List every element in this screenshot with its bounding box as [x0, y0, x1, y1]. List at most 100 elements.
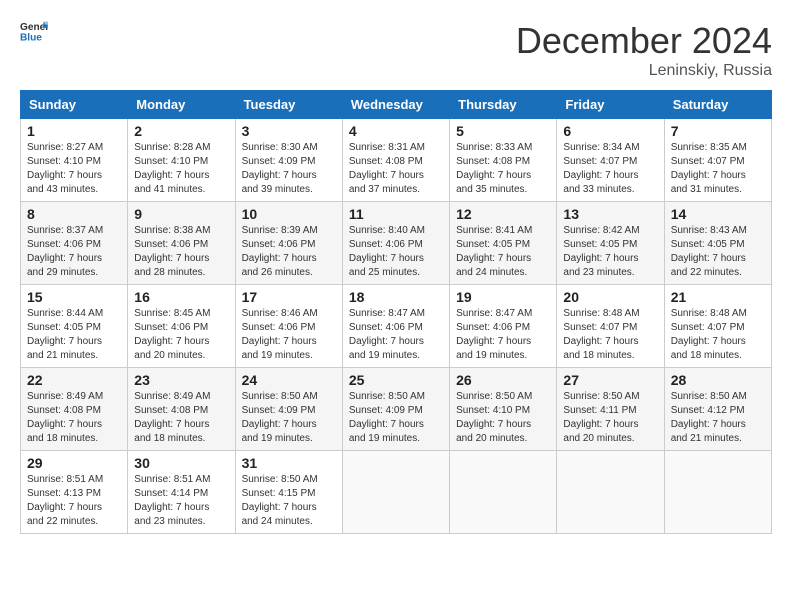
day-cell: 20Sunrise: 8:48 AM Sunset: 4:07 PM Dayli…	[557, 285, 664, 368]
day-number: 29	[27, 455, 121, 471]
day-info: Sunrise: 8:50 AM Sunset: 4:10 PM Dayligh…	[456, 390, 550, 446]
day-number: 11	[349, 206, 443, 222]
day-number: 9	[134, 206, 228, 222]
week-row-2: 8 Sunrise: 8:37 AM Sunset: 4:06 PM Daylig…	[21, 202, 772, 285]
day-cell: 18 Sunrise: 8:47 AM Sunset: 4:06 PM Dayli…	[342, 285, 449, 368]
day-info: Sunrise: 8:47 AM Sunset: 4:06 PM Dayligh…	[456, 307, 550, 363]
day-cell: 17 Sunrise: 8:46 AM Sunset: 4:06 PM Dayli…	[235, 285, 342, 368]
day-number: 27	[563, 372, 657, 388]
day-number: 25	[349, 372, 443, 388]
day-cell: 30Sunrise: 8:51 AM Sunset: 4:14 PM Dayli…	[128, 451, 235, 534]
day-cell: 24Sunrise: 8:50 AM Sunset: 4:09 PM Dayli…	[235, 368, 342, 451]
weekday-header-monday: Monday	[128, 91, 235, 119]
day-cell: 2 Sunrise: 8:28 AM Sunset: 4:10 PM Daylig…	[128, 119, 235, 202]
day-number: 8	[27, 206, 121, 222]
day-info: Sunrise: 8:40 AM Sunset: 4:06 PM Dayligh…	[349, 224, 443, 280]
day-info: Sunrise: 8:37 AM Sunset: 4:06 PM Dayligh…	[27, 224, 121, 280]
day-info: Sunrise: 8:50 AM Sunset: 4:11 PM Dayligh…	[563, 390, 657, 446]
day-cell: 4 Sunrise: 8:31 AM Sunset: 4:08 PM Daylig…	[342, 119, 449, 202]
day-info: Sunrise: 8:27 AM Sunset: 4:10 PM Dayligh…	[27, 141, 121, 197]
day-number: 16	[134, 289, 228, 305]
day-info: Sunrise: 8:45 AM Sunset: 4:06 PM Dayligh…	[134, 307, 228, 363]
day-info: Sunrise: 8:49 AM Sunset: 4:08 PM Dayligh…	[27, 390, 121, 446]
day-number: 20	[563, 289, 657, 305]
day-cell: 7Sunrise: 8:35 AM Sunset: 4:07 PM Daylig…	[664, 119, 771, 202]
day-number: 17	[242, 289, 336, 305]
day-info: Sunrise: 8:35 AM Sunset: 4:07 PM Dayligh…	[671, 141, 765, 197]
day-cell: 11 Sunrise: 8:40 AM Sunset: 4:06 PM Dayli…	[342, 202, 449, 285]
day-cell: 28 Sunrise: 8:50 AM Sunset: 4:12 PM Dayli…	[664, 368, 771, 451]
day-cell: 5 Sunrise: 8:33 AM Sunset: 4:08 PM Daylig…	[450, 119, 557, 202]
weekday-header-thursday: Thursday	[450, 91, 557, 119]
day-cell: 23 Sunrise: 8:49 AM Sunset: 4:08 PM Dayli…	[128, 368, 235, 451]
day-cell: 27 Sunrise: 8:50 AM Sunset: 4:11 PM Dayli…	[557, 368, 664, 451]
day-number: 4	[349, 123, 443, 139]
day-cell: 22 Sunrise: 8:49 AM Sunset: 4:08 PM Dayli…	[21, 368, 128, 451]
weekday-header-saturday: Saturday	[664, 91, 771, 119]
day-info: Sunrise: 8:30 AM Sunset: 4:09 PM Dayligh…	[242, 141, 336, 197]
week-row-4: 22 Sunrise: 8:49 AM Sunset: 4:08 PM Dayli…	[21, 368, 772, 451]
day-cell: 25 Sunrise: 8:50 AM Sunset: 4:09 PM Dayli…	[342, 368, 449, 451]
day-info: Sunrise: 8:34 AM Sunset: 4:07 PM Dayligh…	[563, 141, 657, 197]
day-number: 18	[349, 289, 443, 305]
day-info: Sunrise: 8:31 AM Sunset: 4:08 PM Dayligh…	[349, 141, 443, 197]
day-cell: 15 Sunrise: 8:44 AM Sunset: 4:05 PM Dayli…	[21, 285, 128, 368]
day-cell: 8 Sunrise: 8:37 AM Sunset: 4:06 PM Daylig…	[21, 202, 128, 285]
day-info: Sunrise: 8:50 AM Sunset: 4:09 PM Dayligh…	[242, 390, 336, 446]
week-row-5: 29Sunrise: 8:51 AM Sunset: 4:13 PM Dayli…	[21, 451, 772, 534]
day-number: 30	[134, 455, 228, 471]
day-info: Sunrise: 8:48 AM Sunset: 4:07 PM Dayligh…	[671, 307, 765, 363]
day-info: Sunrise: 8:43 AM Sunset: 4:05 PM Dayligh…	[671, 224, 765, 280]
location: Leninskiy, Russia	[516, 62, 772, 80]
day-info: Sunrise: 8:50 AM Sunset: 4:09 PM Dayligh…	[349, 390, 443, 446]
day-number: 15	[27, 289, 121, 305]
day-number: 2	[134, 123, 228, 139]
month-title: December 2024	[516, 20, 772, 62]
logo: General Blue	[20, 20, 48, 42]
page-header: General Blue December 2024 Leninskiy, Ru…	[20, 20, 772, 80]
day-info: Sunrise: 8:39 AM Sunset: 4:06 PM Dayligh…	[242, 224, 336, 280]
day-number: 3	[242, 123, 336, 139]
weekday-header-row: SundayMondayTuesdayWednesdayThursdayFrid…	[21, 91, 772, 119]
calendar-table: SundayMondayTuesdayWednesdayThursdayFrid…	[20, 90, 772, 534]
day-number: 6	[563, 123, 657, 139]
day-number: 31	[242, 455, 336, 471]
logo-icon: General Blue	[20, 20, 48, 42]
day-info: Sunrise: 8:28 AM Sunset: 4:10 PM Dayligh…	[134, 141, 228, 197]
weekday-header-sunday: Sunday	[21, 91, 128, 119]
empty-cell	[342, 451, 449, 534]
title-block: December 2024 Leninskiy, Russia	[516, 20, 772, 80]
day-cell: 16 Sunrise: 8:45 AM Sunset: 4:06 PM Dayli…	[128, 285, 235, 368]
day-number: 21	[671, 289, 765, 305]
day-info: Sunrise: 8:44 AM Sunset: 4:05 PM Dayligh…	[27, 307, 121, 363]
day-number: 14	[671, 206, 765, 222]
week-row-1: 1Sunrise: 8:27 AM Sunset: 4:10 PM Daylig…	[21, 119, 772, 202]
day-cell: 19 Sunrise: 8:47 AM Sunset: 4:06 PM Dayli…	[450, 285, 557, 368]
day-info: Sunrise: 8:47 AM Sunset: 4:06 PM Dayligh…	[349, 307, 443, 363]
day-cell: 14 Sunrise: 8:43 AM Sunset: 4:05 PM Dayli…	[664, 202, 771, 285]
week-row-3: 15 Sunrise: 8:44 AM Sunset: 4:05 PM Dayli…	[21, 285, 772, 368]
day-cell: 26Sunrise: 8:50 AM Sunset: 4:10 PM Dayli…	[450, 368, 557, 451]
day-info: Sunrise: 8:50 AM Sunset: 4:12 PM Dayligh…	[671, 390, 765, 446]
day-cell: 1Sunrise: 8:27 AM Sunset: 4:10 PM Daylig…	[21, 119, 128, 202]
day-number: 10	[242, 206, 336, 222]
day-info: Sunrise: 8:41 AM Sunset: 4:05 PM Dayligh…	[456, 224, 550, 280]
day-info: Sunrise: 8:42 AM Sunset: 4:05 PM Dayligh…	[563, 224, 657, 280]
day-number: 22	[27, 372, 121, 388]
day-number: 19	[456, 289, 550, 305]
day-number: 23	[134, 372, 228, 388]
day-info: Sunrise: 8:33 AM Sunset: 4:08 PM Dayligh…	[456, 141, 550, 197]
svg-text:Blue: Blue	[20, 32, 42, 42]
day-info: Sunrise: 8:38 AM Sunset: 4:06 PM Dayligh…	[134, 224, 228, 280]
empty-cell	[557, 451, 664, 534]
day-number: 13	[563, 206, 657, 222]
day-cell: 31Sunrise: 8:50 AM Sunset: 4:15 PM Dayli…	[235, 451, 342, 534]
day-info: Sunrise: 8:49 AM Sunset: 4:08 PM Dayligh…	[134, 390, 228, 446]
day-number: 28	[671, 372, 765, 388]
day-cell: 9 Sunrise: 8:38 AM Sunset: 4:06 PM Daylig…	[128, 202, 235, 285]
day-cell: 10 Sunrise: 8:39 AM Sunset: 4:06 PM Dayli…	[235, 202, 342, 285]
day-number: 12	[456, 206, 550, 222]
day-number: 5	[456, 123, 550, 139]
day-cell: 29Sunrise: 8:51 AM Sunset: 4:13 PM Dayli…	[21, 451, 128, 534]
day-info: Sunrise: 8:46 AM Sunset: 4:06 PM Dayligh…	[242, 307, 336, 363]
